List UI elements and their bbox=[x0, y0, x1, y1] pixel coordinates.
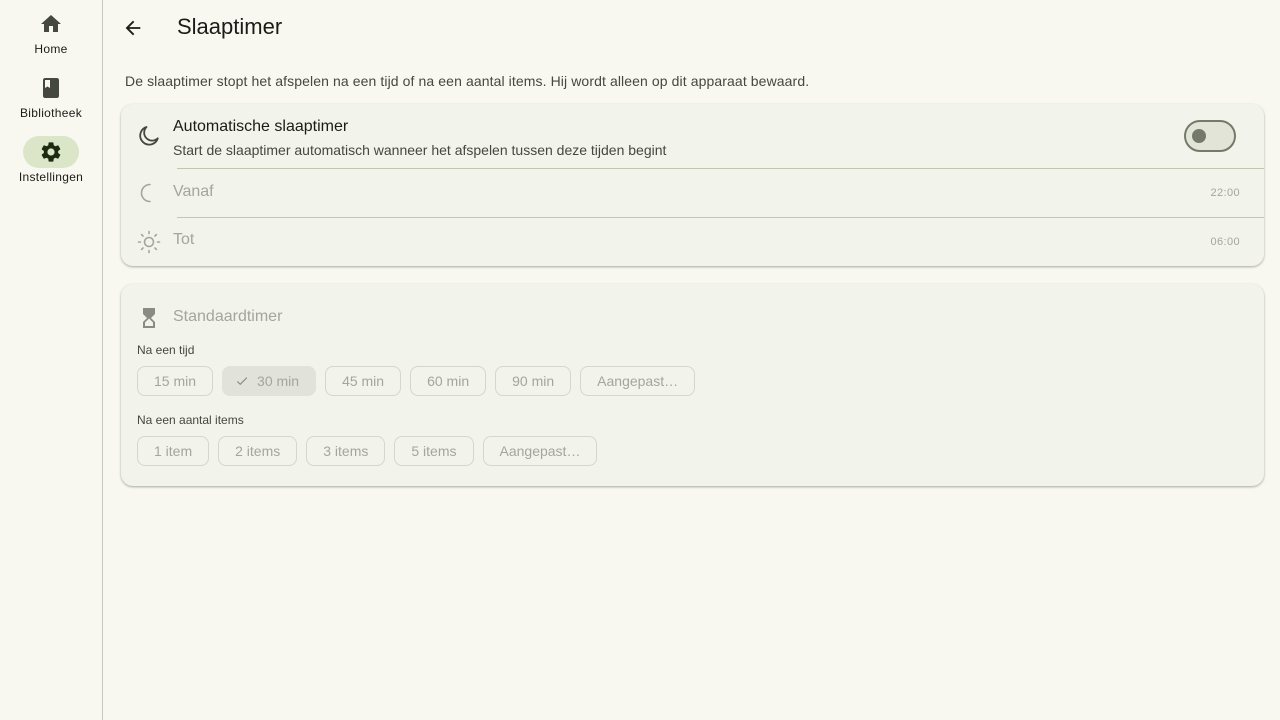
navigation-rail: Home Bibliotheek Instellingen bbox=[0, 0, 103, 720]
chip-label: 1 item bbox=[154, 443, 193, 459]
back-button[interactable] bbox=[117, 12, 149, 44]
time-chip-45[interactable]: 45 min bbox=[325, 366, 402, 396]
home-icon bbox=[41, 15, 61, 32]
rail-item-instellingen[interactable]: Instellingen bbox=[0, 136, 102, 196]
rail-label-home: Home bbox=[34, 42, 68, 56]
switch-knob bbox=[1192, 129, 1206, 143]
to-time-row[interactable]: Tot 06:00 bbox=[121, 218, 1264, 266]
after-items-label: Na een aantal items bbox=[137, 413, 244, 427]
moon-icon bbox=[139, 126, 159, 146]
rail-pill-home bbox=[23, 8, 79, 40]
to-label: Tot bbox=[173, 231, 195, 248]
default-timer-title: Standaardtimer bbox=[173, 308, 283, 325]
moon-outline-icon bbox=[140, 183, 151, 203]
chip-label: 45 min bbox=[342, 373, 385, 389]
rail-pill-instellingen bbox=[23, 136, 79, 168]
items-chip-group: 1 item 2 items 3 items 5 items Aangepast… bbox=[137, 436, 598, 466]
to-value: 06:00 bbox=[1210, 236, 1240, 248]
intro-text: De slaaptimer stopt het afspelen na een … bbox=[125, 73, 810, 89]
chip-label: 5 items bbox=[411, 443, 457, 459]
book-icon bbox=[43, 78, 59, 98]
items-chip-5[interactable]: 5 items bbox=[394, 436, 474, 466]
top-app-bar: Slaaptimer bbox=[103, 0, 1280, 56]
rail-item-bibliotheek[interactable]: Bibliotheek bbox=[0, 72, 102, 132]
from-label: Vanaf bbox=[173, 183, 214, 200]
default-timer-card: Standaardtimer Na een tijd 15 min 30 min… bbox=[121, 284, 1264, 486]
time-chip-15[interactable]: 15 min bbox=[137, 366, 214, 396]
rail-label-instellingen: Instellingen bbox=[18, 170, 84, 184]
rail-pill-bibliotheek bbox=[23, 72, 79, 104]
chip-label: 30 min bbox=[257, 373, 300, 389]
chip-label: 3 items bbox=[323, 443, 369, 459]
time-chip-30[interactable]: 30 min bbox=[222, 366, 317, 396]
check-icon bbox=[235, 374, 249, 388]
rail-item-home[interactable]: Home bbox=[0, 8, 102, 68]
items-chip-3[interactable]: 3 items bbox=[306, 436, 386, 466]
auto-sleep-timer-subtitle: Start de slaaptimer automatisch wanneer … bbox=[173, 142, 667, 158]
time-chip-60[interactable]: 60 min bbox=[410, 366, 487, 396]
chip-label: Aangepast… bbox=[499, 443, 581, 459]
hourglass-icon bbox=[143, 308, 155, 328]
chip-label: 60 min bbox=[427, 373, 470, 389]
after-time-label: Na een tijd bbox=[137, 343, 195, 357]
time-chip-custom[interactable]: Aangepast… bbox=[580, 366, 696, 396]
from-time-row[interactable]: Vanaf 22:00 bbox=[121, 169, 1264, 217]
page-title: Slaaptimer bbox=[177, 14, 283, 39]
auto-sleep-timer-title: Automatische slaaptimer bbox=[173, 118, 349, 135]
chip-label: 90 min bbox=[512, 373, 555, 389]
chip-label: Aangepast… bbox=[597, 373, 679, 389]
auto-sleep-timer-row[interactable]: Automatische slaaptimer Start de slaapti… bbox=[121, 104, 1264, 168]
time-chip-90[interactable]: 90 min bbox=[495, 366, 572, 396]
chip-label: 2 items bbox=[235, 443, 281, 459]
auto-sleep-timer-switch[interactable] bbox=[1184, 120, 1236, 152]
auto-sleep-timer-card: Automatische slaaptimer Start de slaapti… bbox=[121, 104, 1264, 266]
chip-label: 15 min bbox=[154, 373, 197, 389]
from-value: 22:00 bbox=[1210, 187, 1240, 199]
time-chip-group: 15 min 30 min 45 min 60 min 90 min Aange… bbox=[137, 366, 696, 396]
items-chip-custom[interactable]: Aangepast… bbox=[482, 436, 598, 466]
arrow-back-icon bbox=[125, 20, 141, 36]
sun-icon bbox=[137, 230, 161, 254]
rail-label-bibliotheek: Bibliotheek bbox=[19, 106, 82, 120]
gear-icon bbox=[41, 142, 61, 162]
items-chip-1[interactable]: 1 item bbox=[137, 436, 210, 466]
items-chip-2[interactable]: 2 items bbox=[218, 436, 298, 466]
